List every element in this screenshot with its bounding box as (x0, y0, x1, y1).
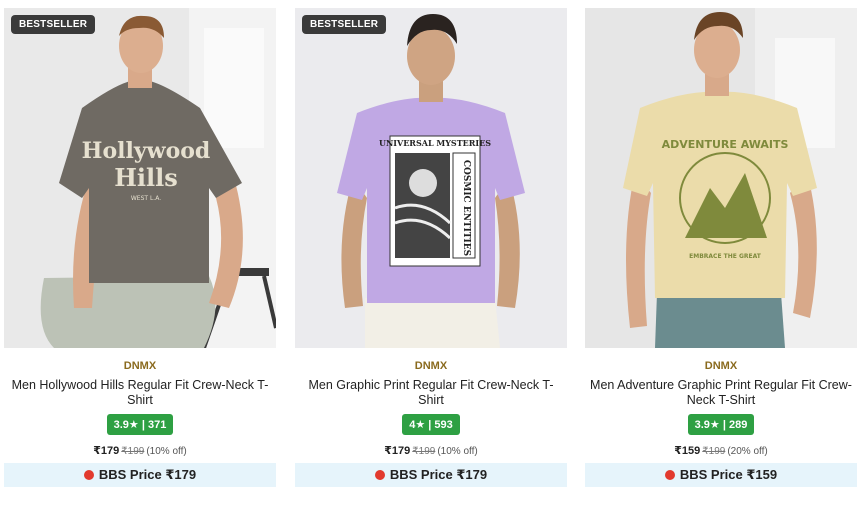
bbs-icon (83, 469, 94, 480)
bbs-label: BBS Price (389, 467, 453, 482)
bbs-icon (664, 469, 675, 480)
svg-text:COSMIC ENTITIES: COSMIC ENTITIES (461, 160, 471, 256)
svg-text:WEST L.A.: WEST L.A. (131, 195, 161, 202)
bbs-price: ₹159 (746, 467, 778, 482)
rating-value: 3.9 (113, 419, 129, 431)
mrp-price: ₹199 (412, 446, 436, 457)
product-image[interactable]: UNIVERSAL MYSTERIES COSMIC ENTITIES BEST… (295, 8, 567, 348)
model-grey-tshirt-image: Hollywood Hills WEST L.A. (4, 8, 276, 348)
svg-text:EMBRACE THE GREAT: EMBRACE THE GREAT (689, 253, 762, 260)
bbs-price-banner: BBS Price ₹179 (295, 463, 567, 487)
product-image[interactable]: ADVENTURE AWAITS EMBRACE THE GREAT (585, 8, 857, 348)
rating-badge: 4★ | 593 (402, 414, 460, 435)
bbs-price-banner: BBS Price ₹159 (585, 463, 857, 487)
brand-name: DNMX (123, 360, 157, 372)
bbs-label: BBS Price (679, 467, 743, 482)
selling-price: ₹159 (674, 445, 701, 457)
bbs-price: ₹179 (165, 467, 197, 482)
review-count: 593 (434, 419, 453, 431)
bbs-icon (374, 469, 385, 480)
product-grid: Hollywood Hills WEST L.A. BESTSELLER DNM… (0, 0, 865, 505)
bestseller-badge: BESTSELLER (302, 15, 387, 34)
review-count: 289 (729, 419, 748, 431)
price-row: ₹179 ₹199 (10% off) (295, 444, 567, 457)
svg-text:ADVENTURE AWAITS: ADVENTURE AWAITS (662, 138, 789, 151)
model-lavender-tshirt-image: UNIVERSAL MYSTERIES COSMIC ENTITIES (295, 8, 567, 348)
review-count: 371 (148, 419, 167, 431)
svg-text:UNIVERSAL MYSTERIES: UNIVERSAL MYSTERIES (379, 138, 491, 148)
selling-price: ₹179 (93, 445, 120, 457)
product-title[interactable]: Men Graphic Print Regular Fit Crew-Neck … (295, 378, 567, 408)
bbs-label: BBS Price (98, 467, 162, 482)
product-title[interactable]: Men Adventure Graphic Print Regular Fit … (585, 378, 857, 408)
product-image[interactable]: Hollywood Hills WEST L.A. BESTSELLER (4, 8, 276, 348)
rating-badge: 3.9★ | 289 (687, 414, 755, 435)
brand-name: DNMX (414, 360, 448, 372)
product-card[interactable]: UNIVERSAL MYSTERIES COSMIC ENTITIES BEST… (295, 8, 567, 487)
bestseller-badge: BESTSELLER (11, 15, 96, 34)
bbs-price: ₹179 (456, 467, 488, 482)
product-card[interactable]: Hollywood Hills WEST L.A. BESTSELLER DNM… (4, 8, 276, 487)
price-row: ₹159 ₹199 (20% off) (585, 444, 857, 457)
discount-text: (10% off) (146, 446, 187, 457)
mrp-price: ₹199 (702, 446, 726, 457)
bbs-price-banner: BBS Price ₹179 (4, 463, 276, 487)
discount-text: (10% off) (437, 446, 478, 457)
star-icon: ★ (128, 419, 139, 431)
discount-text: (20% off) (727, 446, 768, 457)
brand-name: DNMX (704, 360, 738, 372)
rating-badge: 3.9★ | 371 (106, 414, 174, 435)
star-icon: ★ (415, 419, 426, 431)
svg-text:Hollywood: Hollywood (82, 138, 211, 164)
product-title[interactable]: Men Hollywood Hills Regular Fit Crew-Nec… (4, 378, 276, 408)
selling-price: ₹179 (384, 445, 411, 457)
mrp-price: ₹199 (121, 446, 145, 457)
star-icon: ★ (709, 419, 720, 431)
rating-value: 3.9 (694, 419, 710, 431)
model-beige-tshirt-image: ADVENTURE AWAITS EMBRACE THE GREAT (585, 8, 857, 348)
product-card[interactable]: ADVENTURE AWAITS EMBRACE THE GREAT DNMX … (585, 8, 857, 487)
price-row: ₹179 ₹199 (10% off) (4, 444, 276, 457)
svg-text:Hills: Hills (114, 163, 178, 192)
